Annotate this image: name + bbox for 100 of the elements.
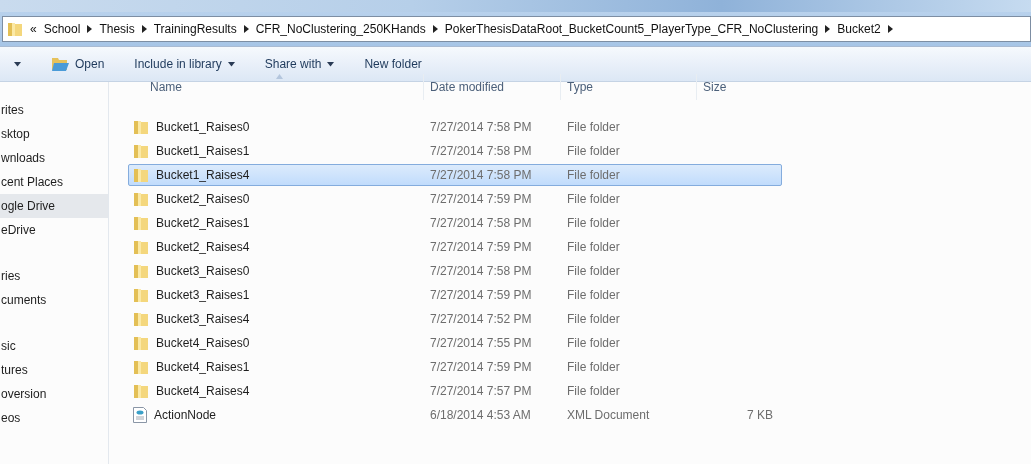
file-row[interactable]: Bucket4_Raises0 7/27/2014 7:55 PM File folder: [128, 332, 782, 354]
sidebar-item[interactable]: cent Places: [0, 170, 108, 194]
sidebar-item[interactable]: ogle Drive: [0, 194, 108, 218]
folder-icon: [133, 359, 149, 375]
folder-icon: [51, 56, 69, 72]
address-bar[interactable]: « School Thesis TrainingResults CFR_NoClustering_250KHands PokerThesisDataRoot_BucketCount5_PlayerType_CFR_NoClustering Bucket2: [2, 16, 1031, 42]
breadcrumb[interactable]: Bucket2: [837, 22, 881, 36]
sidebar-item[interactable]: wnloads: [0, 146, 108, 170]
caret-icon: [14, 61, 21, 67]
file-name: Bucket4_Raises1: [156, 360, 250, 374]
file-row[interactable]: Bucket3_Raises1 7/27/2014 7:59 PM File folder: [128, 284, 782, 306]
date-cell-text: 7/27/2014 7:59 PM: [429, 360, 533, 374]
column-header[interactable]: Date modified: [423, 74, 560, 100]
file-name: Bucket4_Raises4: [156, 384, 250, 398]
file-row[interactable]: Bucket2_Raises4 7/27/2014 7:59 PM File folder: [128, 236, 782, 258]
folder-icon: [133, 191, 149, 207]
sidebar-item[interactable]: eos: [0, 406, 108, 430]
breadcrumb[interactable]: PokerThesisDataRoot_BucketCount5_PlayerType_CFR_NoClustering: [444, 22, 819, 36]
chevron-icon: [825, 25, 831, 33]
type-cell-text: File folder: [566, 360, 621, 374]
file-row[interactable]: Bucket3_Raises0 7/27/2014 7:58 PM File folder: [128, 260, 782, 282]
type-cell-text: File folder: [566, 336, 621, 350]
file-name: Bucket2_Raises0: [156, 192, 250, 206]
file-name: Bucket2_Raises4: [156, 240, 250, 254]
date-cell-text: 7/27/2014 7:58 PM: [429, 264, 533, 278]
file-name: Bucket3_Raises4: [156, 312, 250, 326]
file-name: Bucket1_Raises1: [156, 144, 250, 158]
sidebar-item[interactable]: rites: [0, 98, 108, 122]
sidebar-item[interactable]: oversion: [0, 382, 108, 406]
type-cell-text: File folder: [566, 288, 621, 302]
toolbar-dropdown[interactable]: Share with: [262, 55, 337, 73]
sort-arrow-icon: [275, 74, 283, 79]
file-row[interactable]: Bucket4_Raises4 7/27/2014 7:57 PM File folder: [128, 380, 782, 402]
file-name: Bucket1_Raises4: [156, 168, 250, 182]
column-header[interactable]: Type: [560, 74, 696, 100]
file-name: ActionNode: [154, 408, 217, 422]
sidebar-item[interactable]: ries: [0, 264, 108, 288]
toolbar-button[interactable]: New folder: [362, 55, 424, 73]
type-cell-text: File folder: [566, 312, 621, 326]
folder-icon: [133, 143, 149, 159]
file-row[interactable]: Bucket3_Raises4 7/27/2014 7:52 PM File folder: [128, 308, 782, 330]
chevron-icon: [243, 25, 249, 33]
date-cell-text: 7/27/2014 7:57 PM: [429, 384, 533, 398]
size-cell-text: 7 KB: [746, 408, 774, 422]
chevron-icon: [141, 25, 147, 33]
file-row[interactable]: Bucket4_Raises1 7/27/2014 7:59 PM File folder: [128, 356, 782, 378]
breadcrumb[interactable]: School: [43, 22, 81, 36]
file-row[interactable]: Bucket1_Raises4 7/27/2014 7:58 PM File folder: [128, 164, 782, 186]
type-cell-text: File folder: [566, 120, 621, 134]
column-header[interactable]: Size: [696, 74, 776, 100]
date-cell-text: 7/27/2014 7:58 PM: [429, 216, 533, 230]
file-name: Bucket2_Raises1: [156, 216, 250, 230]
folder-icon: [133, 311, 149, 327]
folder-icon: [133, 119, 149, 135]
breadcrumb[interactable]: TrainingResults: [153, 22, 237, 36]
type-cell-text: XML Document: [566, 408, 651, 422]
folder-icon: [133, 335, 149, 351]
breadcrumb[interactable]: Thesis: [99, 22, 135, 36]
date-cell-text: 7/27/2014 7:58 PM: [429, 168, 533, 182]
type-cell-text: File folder: [566, 240, 621, 254]
chevron-icon: [887, 25, 893, 33]
type-cell-text: File folder: [566, 384, 621, 398]
date-cell-text: 7/27/2014 7:58 PM: [429, 120, 533, 134]
file-row[interactable]: ActionNode 6/18/2014 4:53 AM XML Document 7 KB: [128, 404, 782, 426]
file-name: Bucket3_Raises0: [156, 264, 250, 278]
folder-icon: [133, 239, 149, 255]
sidebar-item[interactable]: sic: [0, 334, 108, 358]
file-row[interactable]: Bucket1_Raises1 7/27/2014 7:58 PM File folder: [128, 140, 782, 162]
file-row[interactable]: Bucket2_Raises0 7/27/2014 7:59 PM File folder: [128, 188, 782, 210]
date-cell-text: 7/27/2014 7:59 PM: [429, 192, 533, 206]
sidebar-item[interactable]: cuments: [0, 288, 108, 312]
date-cell-text: 6/18/2014 4:53 AM: [429, 408, 532, 422]
folder-icon: [7, 21, 23, 37]
sidebar-item[interactable]: tures: [0, 358, 108, 382]
type-cell-text: File folder: [566, 144, 621, 158]
file-row[interactable]: Bucket1_Raises0 7/27/2014 7:58 PM File folder: [128, 116, 782, 138]
sidebar-item[interactable]: eDrive: [0, 218, 108, 242]
folder-icon: [133, 167, 149, 183]
date-cell-text: 7/27/2014 7:52 PM: [429, 312, 533, 326]
open-button[interactable]: Open: [49, 54, 107, 74]
breadcrumb[interactable]: CFR_NoClustering_250KHands: [255, 22, 426, 36]
folder-icon: [133, 263, 149, 279]
date-cell-text: 7/27/2014 7:59 PM: [429, 240, 533, 254]
date-cell-text: 7/27/2014 7:59 PM: [429, 288, 533, 302]
folder-icon: [133, 287, 149, 303]
type-cell-text: File folder: [566, 216, 621, 230]
file-row[interactable]: Bucket2_Raises1 7/27/2014 7:58 PM File folder: [128, 212, 782, 234]
menu-button[interactable]: [12, 59, 23, 69]
sidebar-item[interactable]: sktop: [0, 122, 108, 146]
xml-document-icon: [133, 407, 147, 423]
type-cell-text: File folder: [566, 168, 621, 182]
overflow-chevrons[interactable]: «: [30, 22, 37, 36]
caret-icon: [227, 61, 235, 67]
type-cell-text: File folder: [566, 192, 621, 206]
file-name: Bucket1_Raises0: [156, 120, 250, 134]
toolbar-dropdown[interactable]: Include in library: [132, 55, 237, 73]
folder-icon: [133, 383, 149, 399]
column-header[interactable]: Name: [128, 74, 423, 100]
chevron-icon: [87, 25, 93, 33]
chevron-icon: [432, 25, 438, 33]
